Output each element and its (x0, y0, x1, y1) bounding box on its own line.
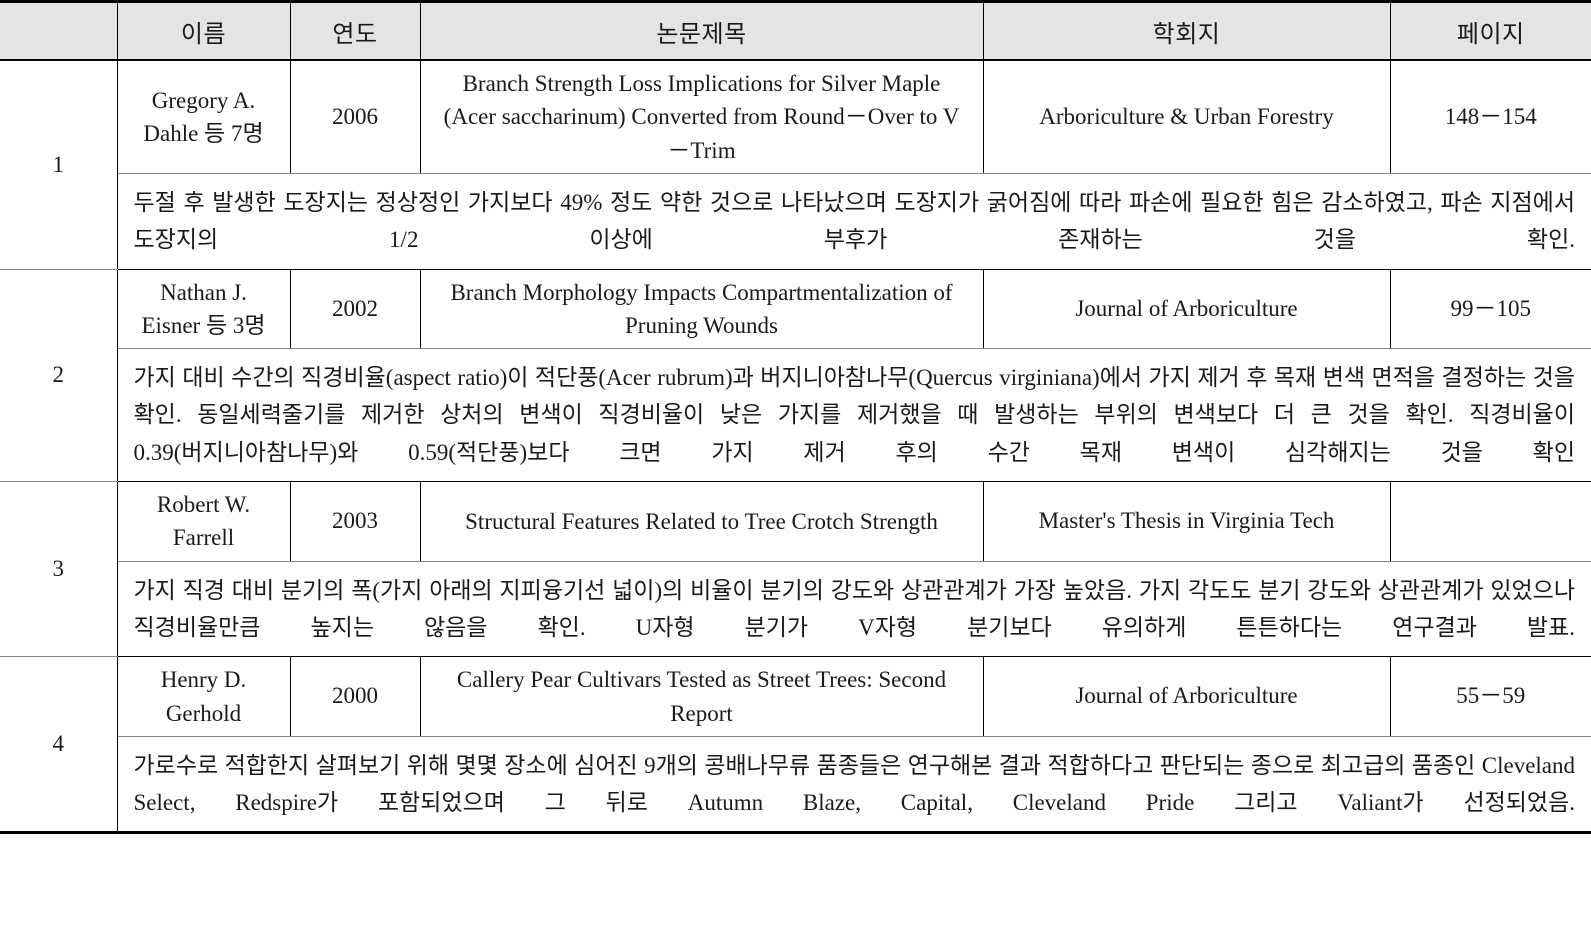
author-name: Henry D. Gerhold (117, 656, 291, 737)
column-header-name: 이름 (117, 1, 291, 61)
summary-text: 가지 대비 수간의 직경비율(aspect ratio)이 적단풍(Acer r… (117, 348, 1591, 482)
journal-name: Journal of Arboriculture (983, 269, 1391, 350)
author-name: Gregory A. Dahle 등 7명 (117, 60, 291, 175)
column-header-no (0, 1, 118, 61)
row-number: 3 (0, 481, 118, 658)
column-header-year: 연도 (290, 1, 421, 61)
journal-name: Journal of Arboriculture (983, 656, 1391, 737)
paper-title: Callery Pear Cultivars Tested as Street … (420, 656, 984, 737)
page-range (1390, 481, 1591, 562)
column-header-pages: 페이지 (1390, 1, 1591, 61)
publication-year: 2003 (290, 481, 421, 562)
table-row: 3 Robert W. Farrell 2003 Structural Feat… (0, 481, 1591, 658)
column-header-title: 논문제목 (420, 1, 984, 61)
paper-title: Structural Features Related to Tree Crot… (420, 481, 984, 562)
column-header-journal: 학회지 (983, 1, 1391, 61)
table-summary-row: 두절 후 발생한 도장지는 정상정인 가지보다 49% 정도 약한 것으로 나타… (0, 173, 1591, 270)
page-range: 99－105 (1390, 269, 1591, 350)
summary-text: 가로수로 적합한지 살펴보기 위해 몇몇 장소에 심어진 9개의 콩배나무류 품… (117, 736, 1591, 834)
references-table: 이름 연도 논문제목 학회지 페이지 1 Gregory A. Dahle 등 … (0, 0, 1591, 835)
page-range: 55－59 (1390, 656, 1591, 737)
summary-text: 가지 직경 대비 분기의 폭(가지 아래의 지피융기선 넓이)의 비율이 분기의… (117, 561, 1591, 658)
header-row: 이름 연도 논문제목 학회지 페이지 (0, 1, 1591, 61)
row-number: 2 (0, 269, 118, 482)
row-number: 4 (0, 656, 118, 834)
table-summary-row: 가지 직경 대비 분기의 폭(가지 아래의 지피융기선 넓이)의 비율이 분기의… (0, 561, 1591, 658)
table-summary-row: 가지 대비 수간의 직경비율(aspect ratio)이 적단풍(Acer r… (0, 348, 1591, 482)
document-page: 이름 연도 논문제목 학회지 페이지 1 Gregory A. Dahle 등 … (0, 0, 1591, 947)
table-row: 1 Gregory A. Dahle 등 7명 2006 Branch Stre… (0, 60, 1591, 270)
paper-title: Branch Strength Loss Implications for Si… (420, 60, 984, 175)
table-summary-row: 가로수로 적합한지 살펴보기 위해 몇몇 장소에 심어진 9개의 콩배나무류 품… (0, 736, 1591, 834)
table-row: 4 Henry D. Gerhold 2000 Callery Pear Cul… (0, 656, 1591, 834)
publication-year: 2006 (290, 60, 421, 175)
summary-text: 두절 후 발생한 도장지는 정상정인 가지보다 49% 정도 약한 것으로 나타… (117, 173, 1591, 270)
author-name: Robert W. Farrell (117, 481, 291, 562)
paper-title: Branch Morphology Impacts Compartmentali… (420, 269, 984, 350)
page-range: 148－154 (1390, 60, 1591, 175)
table-row: 2 Nathan J. Eisner 등 3명 2002 Branch Morp… (0, 269, 1591, 482)
row-number: 1 (0, 60, 118, 270)
journal-name: Master's Thesis in Virginia Tech (983, 481, 1391, 562)
author-name: Nathan J. Eisner 등 3명 (117, 269, 291, 350)
journal-name: Arboriculture & Urban Forestry (983, 60, 1391, 175)
publication-year: 2000 (290, 656, 421, 737)
table-header: 이름 연도 논문제목 학회지 페이지 (0, 1, 1591, 61)
publication-year: 2002 (290, 269, 421, 350)
table-body: 1 Gregory A. Dahle 등 7명 2006 Branch Stre… (0, 60, 1591, 834)
